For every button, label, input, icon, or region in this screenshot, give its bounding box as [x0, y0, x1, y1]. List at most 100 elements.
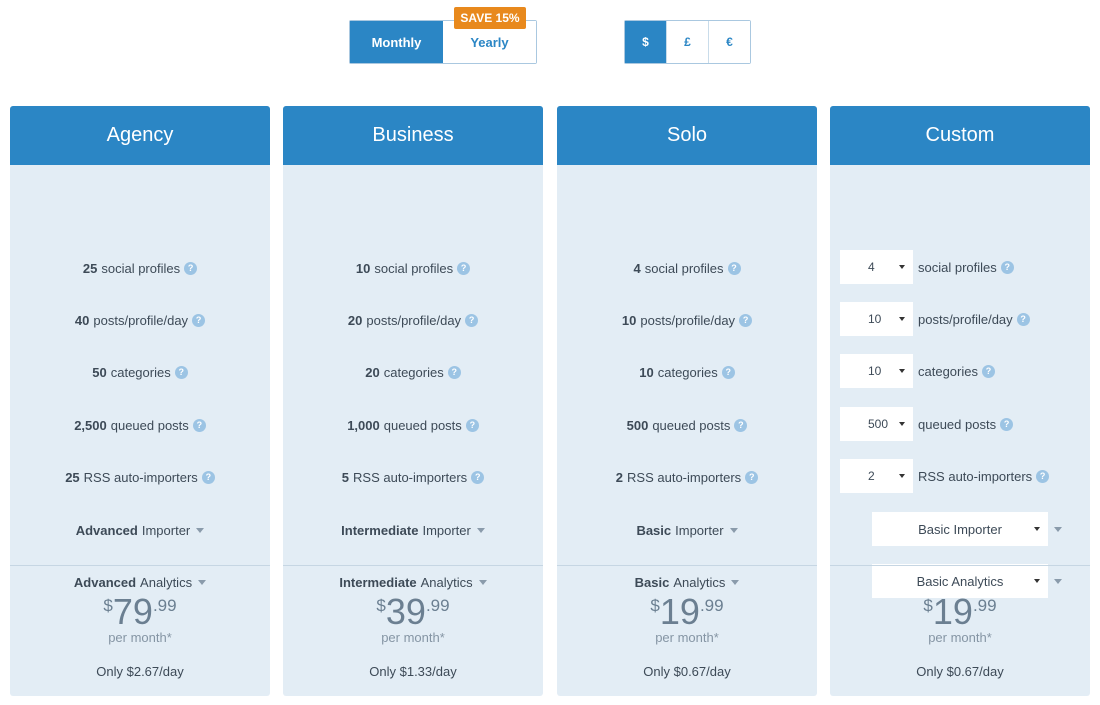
price-per-day: Only $1.33/day — [369, 664, 457, 679]
feature-value: Intermediate — [339, 574, 417, 590]
feature-value: Intermediate — [341, 522, 419, 538]
feature-label: categories — [110, 364, 171, 380]
question-mark-icon[interactable]: ? — [734, 418, 748, 432]
importer-select[interactable]: Basic Importer — [872, 512, 1048, 546]
custom-feature-row: 2 RSS auto-importers? — [840, 459, 1050, 493]
feature-row: 40 posts/profile/day? — [10, 308, 270, 332]
price-currency: $ — [376, 596, 386, 615]
save-badge: SAVE 15% — [454, 7, 526, 29]
feature-label: Analytics — [673, 574, 726, 590]
question-mark-icon[interactable]: ? — [192, 418, 206, 432]
price-whole: 19 — [932, 591, 973, 632]
question-mark-icon[interactable]: ? — [457, 261, 471, 275]
feature-row: 1,000 queued posts? — [283, 413, 543, 437]
feature-label: RSS auto-importers — [918, 468, 1033, 484]
feature-value: 1,000 — [347, 417, 380, 433]
feature-value: 2 — [615, 469, 624, 485]
feature-label: posts/profile/day — [918, 311, 1013, 327]
caret-down-icon[interactable] — [729, 527, 738, 533]
feature-row: 10 categories? — [557, 360, 817, 384]
price-whole: 39 — [385, 591, 426, 632]
plan-price: $79.99 — [10, 594, 270, 630]
question-mark-icon[interactable]: ? — [447, 365, 461, 379]
feature-row: 5 RSS auto-importers? — [283, 465, 543, 489]
caret-down-icon[interactable] — [731, 579, 740, 585]
question-mark-icon[interactable]: ? — [471, 470, 485, 484]
feature-label: Analytics — [140, 574, 193, 590]
select-value: 4 — [868, 260, 875, 274]
caret-down-icon — [899, 369, 905, 373]
feature-row[interactable]: Basic Importer — [557, 518, 817, 542]
question-mark-icon[interactable]: ? — [1000, 417, 1014, 431]
feature-row[interactable]: Intermediate Importer — [283, 518, 543, 542]
feature-row: 2,500 queued posts? — [10, 413, 270, 437]
posts-per-day-select[interactable]: 10 — [840, 302, 913, 336]
feature-value: 4 — [633, 260, 641, 276]
question-mark-icon[interactable]: ? — [981, 364, 995, 378]
feature-value: 40 — [74, 312, 90, 328]
caret-down-icon — [899, 317, 905, 321]
feature-value: 500 — [626, 417, 649, 433]
rss-importers-select[interactable]: 2 — [840, 459, 913, 493]
caret-down-icon[interactable] — [198, 579, 207, 585]
feature-row: 50 categories? — [10, 360, 270, 384]
queued-posts-select[interactable]: 500 — [840, 407, 913, 441]
plan-features: 4 social profiles? 10 posts/profile/day? 10 c… — [557, 165, 817, 590]
caret-down-icon[interactable] — [196, 527, 205, 533]
feature-row: 10 posts/profile/day? — [557, 308, 817, 332]
feature-row: 500 queued posts? — [557, 413, 817, 437]
feature-label: social profiles — [374, 260, 454, 276]
plan-title: Agency — [10, 106, 270, 165]
caret-down-icon[interactable] — [476, 527, 485, 533]
question-mark-icon[interactable]: ? — [721, 365, 735, 379]
currency-eur-button[interactable]: € — [708, 21, 750, 63]
caret-down-icon — [1034, 527, 1040, 531]
feature-row: 2 RSS auto-importers? — [557, 465, 817, 489]
question-mark-icon[interactable]: ? — [192, 313, 206, 327]
feature-label: queued posts — [383, 417, 462, 433]
feature-label: Importer — [422, 522, 471, 538]
feature-label: categories — [657, 364, 718, 380]
price-per-day: Only $0.67/day — [643, 664, 731, 679]
price-whole: 19 — [659, 591, 700, 632]
currency-toggle: $ £ € — [624, 20, 751, 64]
plan-card: Agency 25 social profiles? 40 posts/profile/… — [10, 106, 270, 696]
select-value: Basic Importer — [918, 521, 1002, 537]
caret-down-icon[interactable] — [478, 579, 487, 585]
question-mark-icon[interactable]: ? — [739, 313, 753, 327]
question-mark-icon[interactable]: ? — [727, 261, 741, 275]
categories-select[interactable]: 10 — [840, 354, 913, 388]
caret-down-icon — [1034, 579, 1040, 583]
question-mark-icon[interactable]: ? — [174, 365, 188, 379]
plan-card-custom: Custom 4 social profiles? 10 posts/profi… — [830, 106, 1090, 696]
feature-label: posts/profile/day — [366, 312, 462, 328]
feature-row: 4 social profiles? — [557, 256, 817, 280]
monthly-button[interactable]: Monthly — [350, 21, 443, 63]
price-period: per month* — [655, 630, 719, 645]
question-mark-icon[interactable]: ? — [184, 261, 198, 275]
question-mark-icon[interactable]: ? — [745, 470, 759, 484]
plan-features: 10 social profiles? 20 posts/profile/day? 20… — [283, 165, 543, 590]
plan-card: Business 10 social profiles? 20 posts/profil… — [283, 106, 543, 696]
plan-price: $19.99 — [557, 594, 817, 630]
plan-price: $ 19 .99 — [830, 594, 1090, 630]
currency-gbp-button[interactable]: £ — [666, 21, 708, 63]
price-cents: .99 — [699, 596, 724, 615]
currency-usd-button[interactable]: $ — [625, 21, 666, 63]
question-mark-icon[interactable]: ? — [1036, 469, 1050, 483]
question-mark-icon[interactable]: ? — [1000, 260, 1014, 274]
feature-value: Basic — [634, 574, 670, 590]
question-mark-icon[interactable]: ? — [201, 470, 215, 484]
caret-down-icon[interactable] — [1054, 579, 1062, 584]
question-mark-icon[interactable]: ? — [1016, 312, 1030, 326]
feature-label: queued posts — [652, 417, 731, 433]
feature-value: 10 — [639, 364, 654, 380]
question-mark-icon[interactable]: ? — [465, 313, 479, 327]
caret-down-icon[interactable] — [1054, 527, 1062, 532]
question-mark-icon[interactable]: ? — [465, 418, 479, 432]
feature-value: 25 — [65, 469, 80, 485]
feature-value: 10 — [355, 260, 371, 276]
social-profiles-select[interactable]: 4 — [840, 250, 913, 284]
price-per-day: Only $0.67/day — [916, 664, 1004, 679]
feature-row[interactable]: Advanced Importer — [10, 518, 270, 542]
